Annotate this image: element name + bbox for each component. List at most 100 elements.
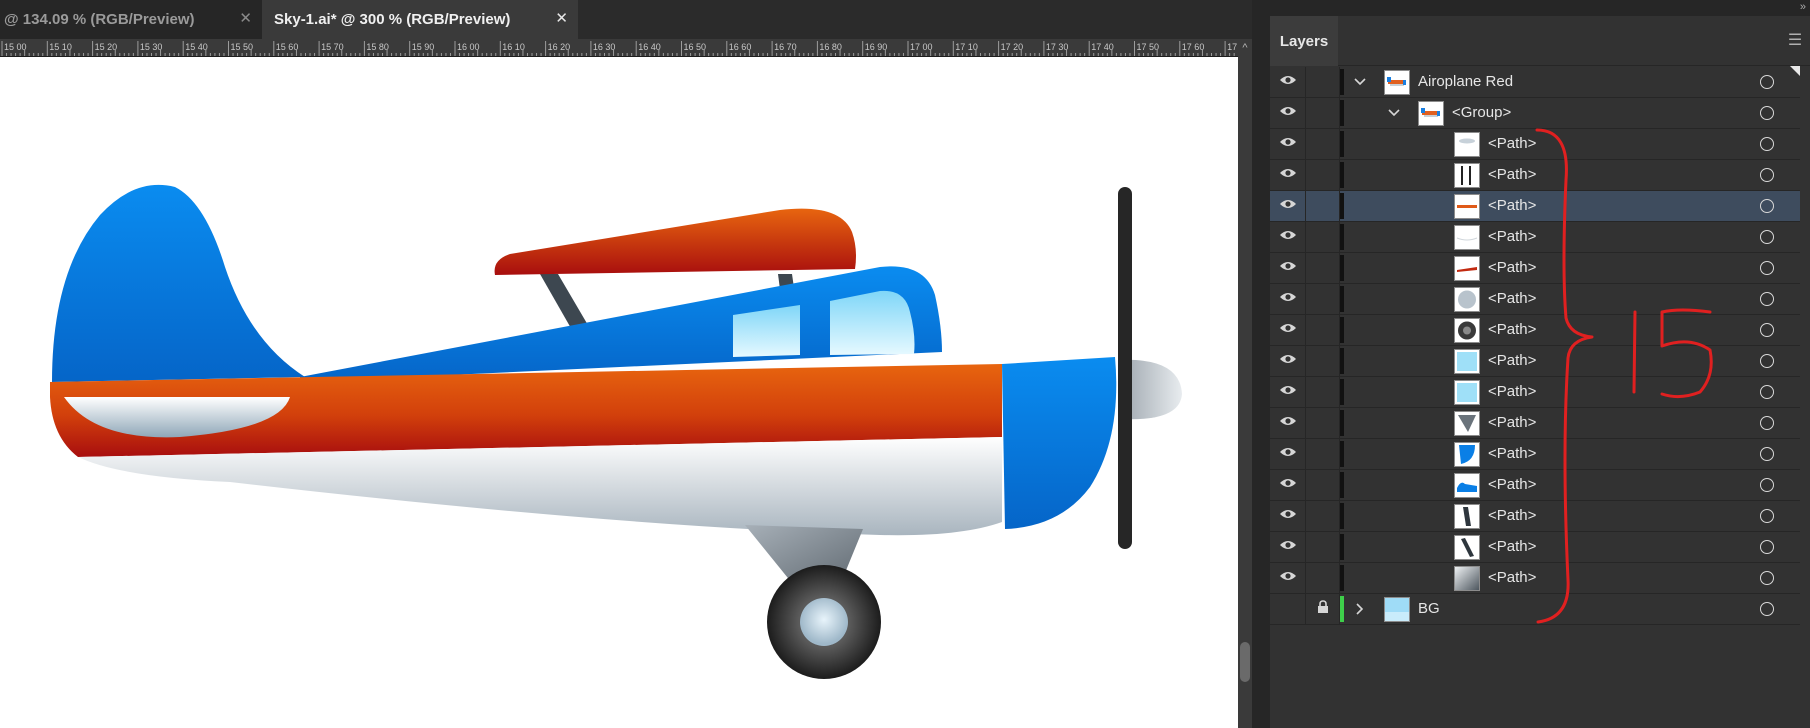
- layer-name[interactable]: <Path>: [1488, 315, 1536, 345]
- target-circle-icon[interactable]: [1760, 261, 1774, 275]
- layer-name[interactable]: <Path>: [1488, 191, 1536, 221]
- path-row[interactable]: <Path>: [1270, 532, 1800, 563]
- vertical-scrollbar[interactable]: [1238, 57, 1252, 728]
- layer-name[interactable]: <Path>: [1488, 532, 1536, 562]
- target-circle-icon[interactable]: [1760, 416, 1774, 430]
- target-circle-icon[interactable]: [1760, 230, 1774, 244]
- layer-name[interactable]: <Group>: [1452, 98, 1511, 128]
- layer-name[interactable]: <Path>: [1488, 222, 1536, 252]
- visibility-toggle[interactable]: [1270, 594, 1306, 624]
- path-row[interactable]: <Path>: [1270, 160, 1800, 191]
- layer-thumbnail[interactable]: [1454, 442, 1480, 467]
- visibility-toggle[interactable]: [1270, 315, 1306, 345]
- layer-thumbnail[interactable]: [1454, 256, 1480, 281]
- visibility-toggle[interactable]: [1270, 160, 1306, 190]
- chevron-down-icon[interactable]: [1348, 67, 1372, 97]
- target-circle-icon[interactable]: [1760, 571, 1774, 585]
- target-circle-icon[interactable]: [1760, 540, 1774, 554]
- collapse-panels-icon[interactable]: »: [1800, 0, 1806, 14]
- visibility-toggle[interactable]: [1270, 470, 1306, 500]
- path-row[interactable]: <Path>: [1270, 408, 1800, 439]
- layer-thumbnail[interactable]: [1454, 380, 1480, 405]
- horizontal-ruler[interactable]: 15 00 15 10 15 20 15 30 15 40 15 50 15 60 15 70…: [0, 39, 1238, 57]
- layer-row[interactable]: Airoplane Red: [1270, 67, 1800, 98]
- layer-name[interactable]: <Path>: [1488, 563, 1536, 593]
- target-circle-icon[interactable]: [1760, 509, 1774, 523]
- document-tab-preview-134[interactable]: @ 134.09 % (RGB/Preview) ✕: [0, 0, 262, 39]
- target-circle-icon[interactable]: [1760, 292, 1774, 306]
- layer-thumbnail[interactable]: [1454, 163, 1480, 188]
- document-tab-sky-1[interactable]: Sky-1.ai* @ 300 % (RGB/Preview) ✕: [262, 0, 578, 39]
- layer-thumbnail[interactable]: [1454, 535, 1480, 560]
- visibility-toggle[interactable]: [1270, 439, 1306, 469]
- lock-toggle[interactable]: [1306, 594, 1340, 624]
- lock-toggle[interactable]: [1306, 191, 1340, 221]
- path-row[interactable]: <Path>: [1270, 284, 1800, 315]
- target-circle-icon[interactable]: [1760, 168, 1774, 182]
- scrollbar-thumb[interactable]: [1240, 642, 1250, 682]
- layer-thumbnail[interactable]: [1418, 101, 1444, 126]
- target-circle-icon[interactable]: [1760, 75, 1774, 89]
- visibility-toggle[interactable]: [1270, 191, 1306, 221]
- tab-layers[interactable]: Layers: [1270, 16, 1338, 66]
- lock-toggle[interactable]: [1306, 284, 1340, 314]
- visibility-toggle[interactable]: [1270, 563, 1306, 593]
- visibility-toggle[interactable]: [1270, 408, 1306, 438]
- layer-name[interactable]: <Path>: [1488, 470, 1536, 500]
- layer-name[interactable]: <Path>: [1488, 377, 1536, 407]
- path-row[interactable]: <Path>: [1270, 129, 1800, 160]
- panel-menu-icon[interactable]: ☰: [1786, 30, 1804, 50]
- chevron-right-icon[interactable]: [1348, 594, 1372, 624]
- layer-thumbnail[interactable]: [1454, 349, 1480, 374]
- layer-name[interactable]: <Path>: [1488, 160, 1536, 190]
- layer-name[interactable]: Airoplane Red: [1418, 67, 1513, 97]
- close-icon[interactable]: ✕: [239, 9, 252, 27]
- layer-row[interactable]: BG: [1270, 594, 1800, 625]
- group-row[interactable]: <Group>: [1270, 98, 1800, 129]
- layer-name[interactable]: BG: [1418, 594, 1440, 624]
- path-row[interactable]: <Path>: [1270, 439, 1800, 470]
- path-row[interactable]: <Path>: [1270, 315, 1800, 346]
- layer-thumbnail[interactable]: [1454, 225, 1480, 250]
- lock-toggle[interactable]: [1306, 563, 1340, 593]
- layer-name[interactable]: <Path>: [1488, 408, 1536, 438]
- path-row[interactable]: <Path>: [1270, 191, 1800, 222]
- target-circle-icon[interactable]: [1760, 478, 1774, 492]
- target-circle-icon[interactable]: [1760, 323, 1774, 337]
- lock-toggle[interactable]: [1306, 377, 1340, 407]
- lock-toggle[interactable]: [1306, 315, 1340, 345]
- layer-thumbnail[interactable]: [1454, 194, 1480, 219]
- target-circle-icon[interactable]: [1760, 137, 1774, 151]
- lock-toggle[interactable]: [1306, 67, 1340, 97]
- lock-toggle[interactable]: [1306, 160, 1340, 190]
- path-row[interactable]: <Path>: [1270, 253, 1800, 284]
- layer-thumbnail[interactable]: [1454, 318, 1480, 343]
- path-row[interactable]: <Path>: [1270, 470, 1800, 501]
- layer-thumbnail[interactable]: [1454, 287, 1480, 312]
- lock-toggle[interactable]: [1306, 98, 1340, 128]
- lock-toggle[interactable]: [1306, 532, 1340, 562]
- visibility-toggle[interactable]: [1270, 253, 1306, 283]
- lock-toggle[interactable]: [1306, 439, 1340, 469]
- target-circle-icon[interactable]: [1760, 106, 1774, 120]
- lock-toggle[interactable]: [1306, 501, 1340, 531]
- visibility-toggle[interactable]: [1270, 222, 1306, 252]
- visibility-toggle[interactable]: [1270, 377, 1306, 407]
- chevron-down-icon[interactable]: [1382, 98, 1406, 128]
- visibility-toggle[interactable]: [1270, 129, 1306, 159]
- target-circle-icon[interactable]: [1760, 354, 1774, 368]
- close-icon[interactable]: ✕: [555, 9, 568, 27]
- visibility-toggle[interactable]: [1270, 98, 1306, 128]
- layer-thumbnail[interactable]: [1384, 70, 1410, 95]
- lock-toggle[interactable]: [1306, 470, 1340, 500]
- visibility-toggle[interactable]: [1270, 67, 1306, 97]
- lock-toggle[interactable]: [1306, 129, 1340, 159]
- layer-name[interactable]: <Path>: [1488, 346, 1536, 376]
- layer-thumbnail[interactable]: [1454, 566, 1480, 591]
- path-row[interactable]: <Path>: [1270, 501, 1800, 532]
- lock-toggle[interactable]: [1306, 346, 1340, 376]
- target-circle-icon[interactable]: [1760, 199, 1774, 213]
- lock-toggle[interactable]: [1306, 222, 1340, 252]
- visibility-toggle[interactable]: [1270, 284, 1306, 314]
- target-circle-icon[interactable]: [1760, 447, 1774, 461]
